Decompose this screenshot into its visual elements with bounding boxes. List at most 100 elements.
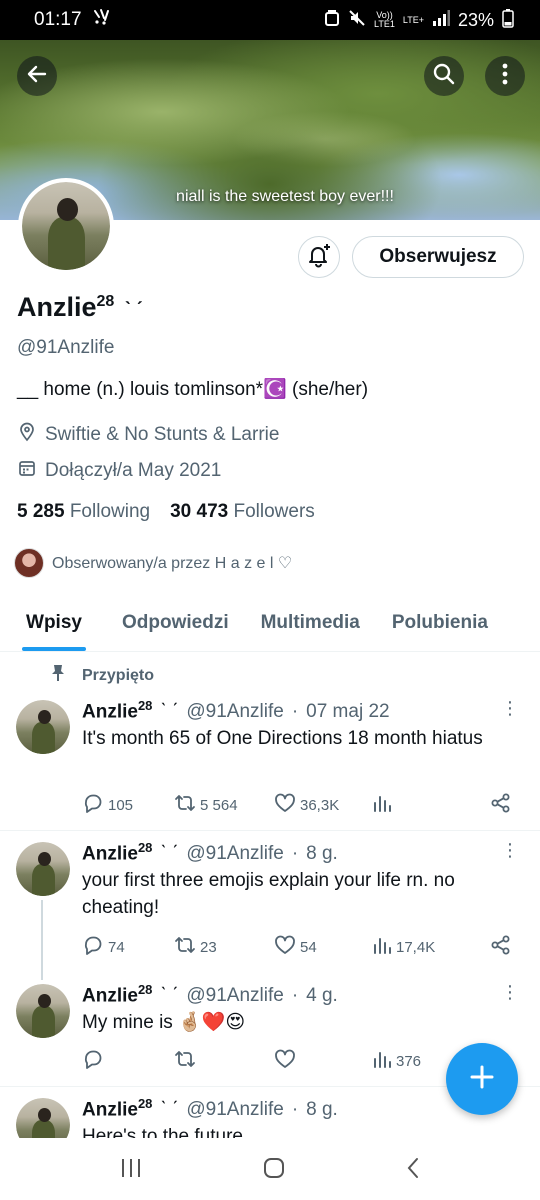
retweet-button[interactable] (174, 1048, 274, 1074)
lte-label: LTE+ (402, 14, 424, 25)
back-button[interactable] (17, 56, 57, 96)
search-button[interactable] (424, 56, 464, 96)
retweet-icon (174, 934, 196, 960)
tweet-handle: @91Anzlife (186, 985, 284, 1007)
tab-media[interactable]: Multimedia (261, 596, 360, 651)
views-button[interactable]: 17,4K (372, 935, 472, 959)
search-icon (432, 62, 456, 91)
tweet-time: 4 g. (306, 985, 338, 1007)
share-icon (490, 934, 512, 960)
share-button[interactable] (490, 792, 512, 818)
like-button[interactable] (274, 1048, 372, 1074)
reply-button[interactable]: 74 (82, 934, 174, 960)
bell-plus-icon (306, 242, 332, 273)
tweet-item[interactable]: Anzlie28 ˋ ˊ @91Anzlife · 07 maj 22 ⋮ It… (0, 690, 540, 830)
tweet-author-emoticon: ˋ ˊ (160, 843, 179, 865)
battery-percent: 23% (457, 9, 494, 30)
divider (0, 830, 540, 831)
tweet-handle: @91Anzlife (186, 1099, 284, 1121)
tweet-avatar[interactable] (16, 700, 70, 754)
like-button[interactable]: 54 (274, 934, 372, 960)
compose-button[interactable] (446, 1043, 518, 1115)
tweet-text: your first three emojis explain your lif… (82, 870, 455, 918)
back-nav-icon[interactable] (405, 1156, 421, 1185)
reply-icon (82, 934, 104, 960)
tweet-item[interactable]: Anzlie28 ˋ ˊ @91Anzlife · 8 g. ⋮ your fi… (0, 832, 540, 980)
reply-icon (82, 792, 104, 818)
profile-location: Swiftie & No Stunts & Larrie (17, 422, 279, 448)
pinned-label: Przypięto (50, 664, 154, 687)
following-link[interactable]: 5 285 Following (17, 501, 150, 523)
reply-button[interactable]: 105 (82, 792, 174, 818)
notifications-bell-button[interactable] (298, 236, 340, 278)
tweet-text: My mine is 🤞🏼❤️😍 (82, 1012, 246, 1033)
profile-bio: __ home (n.) louis tomlinson*☪️ (she/her… (17, 379, 369, 400)
views-icon (372, 1049, 392, 1073)
profile-name: Anzlie28 ˋ ˊ (17, 292, 144, 322)
tweet-author-emoticon: ˋ ˊ (160, 985, 179, 1007)
followers-link[interactable]: 30 473 Followers (170, 501, 315, 523)
tweet-handle: @91Anzlife (186, 701, 284, 723)
profile-tabs: Wpisy Odpowiedzi Multimedia Polubienia (0, 596, 540, 652)
retweet-icon (174, 792, 196, 818)
tweet-time: 07 maj 22 (306, 701, 390, 723)
status-time: 01:17 (34, 9, 82, 30)
tweet-author-name[interactable]: Anzlie28 (82, 1096, 152, 1121)
tweet-author-name[interactable]: Anzlie28 (82, 698, 152, 723)
tweet-avatar[interactable] (16, 842, 70, 896)
alarm-icon (324, 9, 340, 32)
like-icon (274, 1048, 296, 1074)
profile-avatar[interactable] (18, 178, 114, 274)
retweet-button[interactable]: 5 564 (174, 792, 274, 818)
tweet-handle: @91Anzlife (186, 843, 284, 865)
tweet-avatar[interactable] (16, 984, 70, 1038)
reply-button[interactable] (82, 1048, 174, 1074)
tweet-more-icon[interactable]: ⋮ (501, 840, 519, 861)
retweet-button[interactable]: 23 (174, 934, 274, 960)
location-pin-icon (17, 422, 37, 448)
more-vertical-icon (502, 62, 508, 91)
tweet-more-icon[interactable]: ⋮ (501, 982, 519, 1003)
signal-icon (432, 9, 450, 31)
tab-replies[interactable]: Odpowiedzi (122, 596, 229, 651)
tweet-avatar[interactable] (16, 1098, 70, 1138)
profile-handle: @91Anzlife (17, 337, 115, 358)
reply-icon (82, 1048, 104, 1074)
tweet-time: 8 g. (306, 843, 338, 865)
tweet-author-name[interactable]: Anzlie28 (82, 982, 152, 1007)
tab-posts[interactable]: Wpisy (22, 596, 86, 651)
like-icon (274, 934, 296, 960)
back-arrow-icon (25, 62, 49, 91)
tweet-time: 8 g. (306, 1099, 338, 1121)
calendar-icon (17, 458, 37, 484)
like-button[interactable]: 36,3K (274, 792, 372, 818)
compose-plus-icon (468, 1063, 496, 1096)
pin-icon (50, 664, 66, 687)
retweet-icon (174, 1048, 196, 1074)
follower-avatar (14, 548, 44, 578)
tab-likes[interactable]: Polubienia (392, 596, 488, 651)
followed-by[interactable]: Obserwowany/a przez H a z e l ♡ (14, 548, 292, 578)
follow-counts: 5 285 Following 30 473 Followers (17, 501, 315, 523)
notification-icon (92, 8, 112, 32)
battery-icon (502, 8, 514, 33)
views-icon (372, 935, 392, 959)
more-button[interactable] (485, 56, 525, 96)
tweet-text: It's month 65 of One Directions 18 month… (82, 728, 483, 749)
like-icon (274, 792, 296, 818)
network-label: Vo)) LTE1 (374, 10, 395, 29)
tweet-text: Here's to the future (82, 1126, 243, 1138)
system-nav-bar (0, 1140, 540, 1200)
mute-icon (348, 9, 366, 32)
share-button[interactable] (490, 934, 512, 960)
share-icon (490, 792, 512, 818)
status-bar: 01:17 Vo)) LTE1 LTE+ 23% (0, 0, 540, 40)
tweet-author-name[interactable]: Anzlie28 (82, 840, 152, 865)
tweet-more-icon[interactable]: ⋮ (501, 698, 519, 719)
home-icon[interactable] (262, 1156, 286, 1185)
tweet-author-emoticon: ˋ ˊ (160, 701, 179, 723)
profile-joined: Dołączył/a May 2021 (17, 458, 221, 484)
following-button[interactable]: Obserwujesz (352, 236, 524, 278)
views-button[interactable] (372, 793, 472, 817)
recents-icon[interactable] (119, 1157, 143, 1184)
